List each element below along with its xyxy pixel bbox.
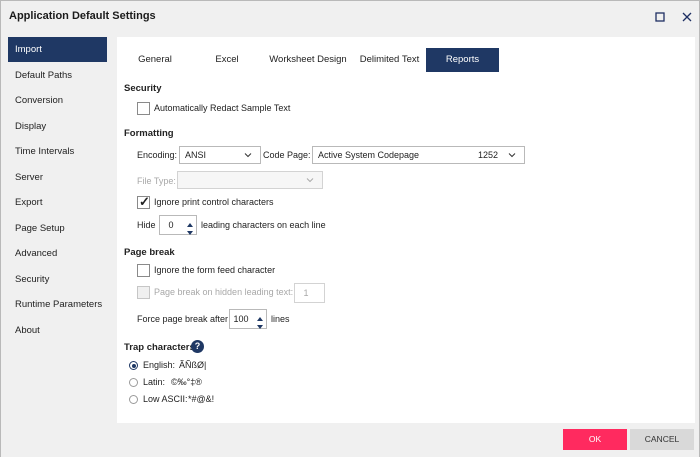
sidebar-item-import[interactable]: Import [8, 37, 107, 62]
force-break-suffix: lines [271, 314, 290, 324]
chevron-up-icon[interactable] [256, 311, 264, 321]
force-break-value: 100 [233, 314, 249, 324]
dialog-title: Application Default Settings [9, 10, 156, 22]
sidebar-item-time-intervals[interactable]: Time Intervals [8, 139, 107, 164]
sidebar-item-about[interactable]: About [8, 318, 107, 343]
sidebar-item-page-setup[interactable]: Page Setup [8, 216, 107, 241]
redact-label: Automatically Redact Sample Text [154, 103, 291, 113]
hide-label: Hide [137, 220, 156, 230]
encoding-select[interactable]: ANSI [179, 146, 261, 164]
ok-button[interactable]: OK [563, 429, 627, 450]
checkmark-icon: ✓ [139, 194, 150, 209]
ignore-print-label: Ignore print control characters [154, 197, 274, 207]
sidebar-item-runtime-parameters[interactable]: Runtime Parameters [8, 292, 107, 317]
tab-bar: General Excel Worksheet Design Delimited… [119, 48, 699, 72]
trap-heading: Trap characters [124, 342, 195, 353]
security-heading: Security [124, 83, 162, 94]
codepage-value: Active System Codepage [318, 150, 420, 160]
codepage-select[interactable]: Active System Codepage 1252 [312, 146, 525, 164]
close-icon[interactable] [678, 8, 696, 26]
hide-stepper[interactable]: 0 [159, 215, 197, 235]
help-icon[interactable]: ? [191, 340, 204, 353]
sidebar-item-server[interactable]: Server [8, 165, 107, 190]
encoding-label: Encoding: [137, 150, 178, 160]
trap-low-ascii-label: Low ASCII: [143, 394, 188, 404]
sidebar-item-security[interactable]: Security [8, 267, 107, 292]
cancel-button[interactable]: CANCEL [630, 429, 694, 450]
page-break-heading: Page break [124, 247, 175, 258]
sidebar-item-conversion[interactable]: Conversion [8, 88, 107, 113]
maximize-icon[interactable] [651, 8, 669, 26]
trap-latin-label: Latin: [143, 377, 166, 387]
chevron-down-icon[interactable] [256, 319, 264, 329]
trap-english-radio[interactable] [129, 361, 138, 370]
codepage-label: Code Page: [263, 150, 311, 160]
hidden-leading-checkbox[interactable] [137, 286, 150, 299]
hidden-leading-field[interactable]: 1 [294, 283, 325, 303]
hide-suffix-label: leading characters on each line [201, 220, 326, 230]
sidebar-item-display[interactable]: Display [8, 114, 107, 139]
filetype-label: File Type: [137, 176, 176, 186]
tab-general[interactable]: General [119, 48, 191, 72]
sidebar-item-export[interactable]: Export [8, 190, 107, 215]
sidebar-item-advanced[interactable]: Advanced [8, 241, 107, 266]
chevron-down-icon [306, 176, 314, 184]
formatting-heading: Formatting [124, 128, 174, 139]
chevron-down-icon[interactable] [186, 225, 194, 235]
tab-excel[interactable]: Excel [191, 48, 263, 72]
hidden-leading-label: Page break on hidden leading text: [154, 287, 294, 297]
encoding-value: ANSI [185, 150, 207, 160]
ignore-form-feed-label: Ignore the form feed character [154, 265, 276, 275]
force-break-label: Force page break after [137, 314, 229, 324]
sidebar: Import Default Paths Conversion Display … [8, 37, 107, 347]
settings-dialog: Application Default Settings Import Defa… [0, 0, 700, 457]
chevron-up-icon[interactable] [186, 217, 194, 227]
ignore-print-checkbox[interactable]: ✓ [137, 194, 150, 209]
tab-worksheet-design[interactable]: Worksheet Design [263, 48, 353, 72]
hidden-leading-value: 1 [303, 288, 309, 298]
trap-english-chars: ÃÑßØ| [179, 360, 207, 370]
redact-checkbox[interactable] [137, 102, 150, 115]
sidebar-item-default-paths[interactable]: Default Paths [8, 63, 107, 88]
tab-reports[interactable]: Reports [426, 48, 499, 72]
chevron-down-icon [244, 151, 252, 159]
trap-low-ascii-chars: *#@&! [188, 394, 215, 404]
trap-english-label: English: [143, 360, 176, 370]
force-break-stepper[interactable]: 100 [229, 309, 267, 329]
trap-latin-radio[interactable] [129, 378, 138, 387]
trap-low-ascii-radio[interactable] [129, 395, 138, 404]
tab-delimited-text[interactable]: Delimited Text [353, 48, 426, 72]
hide-value: 0 [168, 220, 174, 230]
codepage-number: 1252 [478, 150, 499, 160]
chevron-down-icon [508, 151, 516, 159]
trap-latin-chars: ©‰°‡® [171, 377, 202, 387]
title-bar: Application Default Settings [1, 1, 699, 33]
filetype-select[interactable] [177, 171, 323, 189]
ignore-form-feed-checkbox[interactable] [137, 264, 150, 277]
